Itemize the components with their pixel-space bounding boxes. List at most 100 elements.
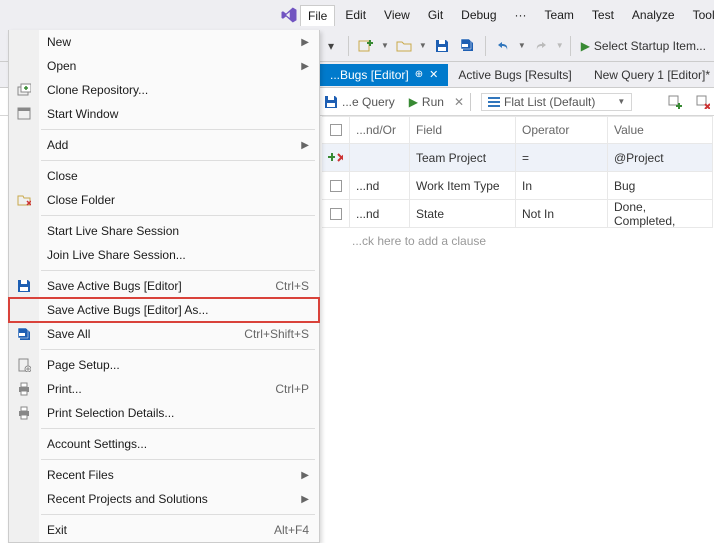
menu-item-page-setup[interactable]: Page Setup... [9,353,319,377]
new-project-icon[interactable] [355,35,377,57]
clone-icon [15,81,33,99]
dropdown-caret-icon[interactable]: ▼ [518,41,526,50]
checkbox[interactable] [330,124,342,136]
menu-item-print[interactable]: Print...Ctrl+P [9,377,319,401]
play-icon: ▶ [409,95,418,109]
cell-value[interactable]: Bug [608,172,713,199]
cell-field[interactable]: Work Item Type [410,172,516,199]
run-button[interactable]: ▶ Run [405,95,448,109]
add-clause-hint[interactable]: ...ck here to add a clause [322,228,713,254]
menu-item-save-all[interactable]: Save AllCtrl+Shift+S [9,322,319,346]
grid-header: ...nd/Or Field Operator Value [322,116,713,144]
menu-item-close[interactable]: Close [9,164,319,188]
menu-item-label: Recent Projects and Solutions [47,492,301,506]
cell-value[interactable]: Done, Completed, [608,200,713,227]
menu-item-save-active-bugs-editor-as[interactable]: Save Active Bugs [Editor] As... [9,298,319,322]
redo-icon[interactable] [530,35,552,57]
menu-item-start-live-share-session[interactable]: Start Live Share Session [9,219,319,243]
menu-separator [41,270,315,271]
menu-item-label: Save All [47,327,244,341]
menu-file[interactable]: File [300,5,335,26]
cell-value[interactable]: @Project [608,144,713,171]
menu-team[interactable]: Team [537,4,582,26]
menu-test[interactable]: Test [584,4,622,26]
grid-row[interactable]: ...nd Work Item Type In Bug [322,172,713,200]
close-icon[interactable]: ✕ [429,68,438,81]
row-actions[interactable] [328,153,343,162]
menu-item-open[interactable]: Open▶ [9,54,319,78]
cell-operator[interactable]: Not In [516,200,608,227]
menu-item-recent-files[interactable]: Recent Files▶ [9,463,319,487]
menu-item-add[interactable]: Add▶ [9,133,319,157]
print-icon [15,404,33,422]
startup-selector[interactable]: ▶ Select Startup Item... [577,39,710,53]
grid-row[interactable]: Team Project = @Project [322,144,713,172]
checkbox[interactable] [330,180,342,192]
menu-item-close-folder[interactable]: Close Folder [9,188,319,212]
menu-item-account-settings[interactable]: Account Settings... [9,432,319,456]
menu-item-clone-repository[interactable]: Clone Repository... [9,78,319,102]
submenu-arrow-icon: ▶ [301,140,309,151]
menu-debug[interactable]: Debug [453,4,504,26]
menu-item-label: Start Window [47,107,309,121]
col-operator[interactable]: Operator [516,116,608,143]
page-icon [15,356,33,374]
pin-icon[interactable]: ⊕ [415,69,423,80]
grid-remove-icon[interactable] [692,91,714,113]
menu-item-exit[interactable]: ExitAlt+F4 [9,518,319,542]
cell-operator[interactable]: In [516,172,608,199]
cell-andor[interactable] [350,144,410,171]
cell-andor[interactable]: ...nd [350,172,410,199]
checkbox[interactable] [330,208,342,220]
cell-operator[interactable]: = [516,144,608,171]
menu-item-start-window[interactable]: Start Window [9,102,319,126]
tab-active-bugs-results[interactable]: Active Bugs [Results] [448,64,581,86]
menu-item-join-live-share-session[interactable]: Join Live Share Session... [9,243,319,267]
cell-field[interactable]: Team Project [410,144,516,171]
cell-field[interactable]: State [410,200,516,227]
query-grid: ...nd/Or Field Operator Value Team Proje… [322,116,713,254]
tab-active-bugs-editor[interactable]: ...Bugs [Editor] ⊕ ✕ [320,64,448,86]
undo-icon[interactable] [492,35,514,57]
grid-add-icon[interactable] [664,91,686,113]
dropdown-caret-icon: ▼ [556,41,564,50]
menu-tools[interactable]: Tools [685,4,714,26]
menu-git[interactable]: Git [420,4,451,26]
stop-icon[interactable]: ✕ [454,95,464,109]
open-icon[interactable] [393,35,415,57]
grid-row[interactable]: ...nd State Not In Done, Completed, [322,200,713,228]
menu-item-label: Recent Files [47,468,301,482]
menu-analyze[interactable]: Analyze [624,4,683,26]
dropdown-caret-icon[interactable]: ▼ [381,41,389,50]
menu-item-new[interactable]: New▶ [9,30,319,54]
vs-logo-icon [280,4,298,26]
menu-item-label: Start Live Share Session [47,224,309,238]
col-value[interactable]: Value [608,116,713,143]
tab-new-query[interactable]: New Query 1 [Editor]* [584,64,714,86]
query-type-selector[interactable]: Flat List (Default) ▼ [481,93,632,111]
separator [485,36,486,56]
menu-view[interactable]: View [376,4,418,26]
menu-shortcut: Ctrl+P [275,382,309,396]
menu-edit[interactable]: Edit [337,4,374,26]
separator [470,93,471,111]
save-query-button[interactable]: ...e Query [320,95,399,109]
submenu-arrow-icon: ▶ [301,470,309,481]
cell-andor[interactable]: ...nd [350,200,410,227]
save-icon [324,95,338,109]
closefolder-icon [15,191,33,209]
window-icon [15,105,33,123]
menu-item-print-selection-details[interactable]: Print Selection Details... [9,401,319,425]
save-icon [15,277,33,295]
tab-label: New Query 1 [Editor]* [594,68,710,82]
col-andor[interactable]: ...nd/Or [350,116,410,143]
save-all-icon[interactable] [457,35,479,57]
menu-[interactable]: ··· [507,4,535,26]
col-field[interactable]: Field [410,116,516,143]
menu-item-recent-projects-and-solutions[interactable]: Recent Projects and Solutions▶ [9,487,319,511]
save-icon[interactable] [431,35,453,57]
dropdown-caret-icon[interactable]: ▼ [419,41,427,50]
dropdown-icon[interactable]: ▾ [320,35,342,57]
submenu-arrow-icon: ▶ [301,61,309,72]
menu-item-save-active-bugs-editor[interactable]: Save Active Bugs [Editor]Ctrl+S [9,274,319,298]
